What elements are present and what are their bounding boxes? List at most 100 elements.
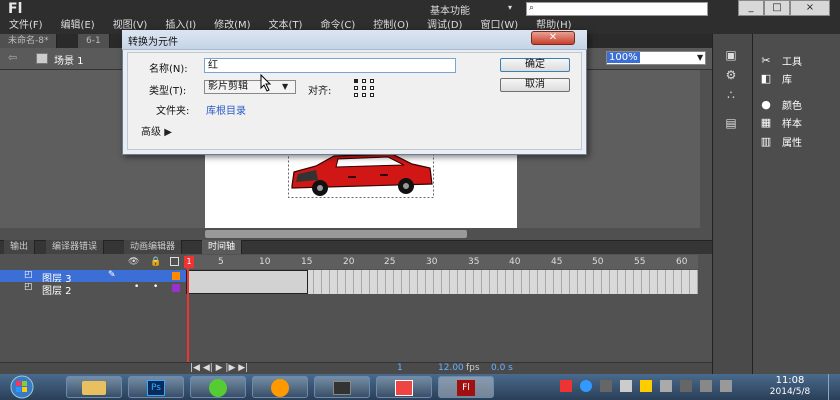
taskbar-app-orange[interactable] (252, 376, 308, 398)
panel-icon-1[interactable]: ▣ (720, 48, 742, 62)
chevron-right-icon: ▶ (164, 127, 172, 138)
playback-controls-icon[interactable]: |◀ ◀| ▶ |▶ ▶| (190, 363, 248, 373)
taskbar-app-doc[interactable] (376, 376, 432, 398)
scrollbar-thumb[interactable] (205, 230, 467, 238)
close-icon: ✕ (548, 32, 558, 43)
panel-tools[interactable]: ✂ 工具 (758, 52, 838, 68)
folder-link[interactable]: 库根目录 (206, 102, 246, 117)
taskbar-recorder[interactable] (314, 376, 370, 398)
mouse-cursor-icon (260, 74, 272, 92)
flag-icon[interactable] (680, 380, 692, 392)
show-desktop-button[interactable] (828, 374, 840, 400)
clock-date[interactable]: 2014/5/8 (760, 387, 820, 397)
vertical-scrollbar[interactable] (700, 70, 712, 230)
taskbar-photoshop[interactable]: Ps (128, 376, 184, 398)
doc-tab-untitled[interactable]: 未命名-8* (0, 34, 58, 48)
tray-icon[interactable] (600, 380, 612, 392)
title-bar (0, 0, 840, 18)
playhead[interactable] (187, 256, 189, 368)
properties-icon: ▥ (760, 134, 772, 148)
ruler-tick: 50 (592, 257, 604, 267)
frame-rate-unit: fps (466, 363, 480, 373)
dialog-close-button[interactable]: ✕ (531, 31, 575, 45)
menu-file[interactable]: 文件(F) (0, 18, 52, 34)
scene-icon (36, 53, 48, 64)
volume-icon[interactable] (720, 380, 732, 392)
chevron-down-icon[interactable]: ▾ (508, 3, 512, 12)
network-icon[interactable] (700, 380, 712, 392)
eye-icon[interactable]: 👁 (128, 257, 139, 267)
panel-icon-4[interactable]: ▤ (720, 116, 742, 130)
elapsed-time: 0.0 s (491, 363, 513, 373)
layer-icon: ◰ (24, 282, 33, 292)
keyboard-icon[interactable] (660, 380, 672, 392)
restore-button[interactable]: □ (764, 0, 790, 16)
menu-edit[interactable]: 编辑(E) (52, 18, 104, 34)
panel-properties[interactable]: ▥ 属性 (758, 133, 838, 149)
doc-tab-6-1[interactable]: 6-1 (78, 34, 110, 48)
cancel-button[interactable]: 取消 (500, 78, 570, 92)
layer-color-swatch[interactable] (172, 284, 180, 292)
ruler-tick: 55 (634, 257, 646, 267)
document-icon (395, 380, 413, 396)
symbol-name-input[interactable]: 红 (204, 58, 456, 73)
panel-swatches-label: 样本 (782, 118, 802, 130)
chevron-down-icon[interactable]: ▼ (282, 82, 288, 91)
advanced-label: 高级 (141, 127, 161, 138)
start-button[interactable] (2, 374, 46, 400)
playhead-marker[interactable]: 1 (184, 256, 194, 268)
frame-span[interactable] (186, 270, 308, 294)
workspace-switcher[interactable]: 基本功能 (430, 2, 470, 17)
layer-icon: ◰ (24, 270, 33, 280)
panel-color-label: 颜色 (782, 100, 802, 112)
zoom-value[interactable]: 100% (607, 52, 640, 63)
tab-compiler-errors[interactable]: 编译器错误 (46, 240, 105, 254)
panel-properties-label: 属性 (782, 137, 802, 149)
back-arrow-icon[interactable]: ⇦ (8, 51, 17, 64)
panel-icon-3[interactable]: ∴ (720, 88, 742, 102)
tab-motion-editor[interactable]: 动画编辑器 (124, 240, 183, 254)
tab-timeline[interactable]: 时间轴 (202, 240, 243, 254)
tab-output[interactable]: 输出 (4, 240, 36, 254)
panel-icon-2[interactable]: ⚙ (720, 68, 742, 82)
ok-button[interactable]: 确定 (500, 58, 570, 72)
dialog-title-bar[interactable] (122, 30, 587, 50)
panel-tools-label: 工具 (782, 56, 802, 68)
scene-label[interactable]: 场景 1 (54, 52, 84, 67)
library-icon: ◧ (760, 71, 772, 85)
taskbar-app-green[interactable] (190, 376, 246, 398)
panel-swatches[interactable]: ▦ 样本 (758, 114, 838, 130)
help-icon[interactable] (580, 380, 592, 392)
swatches-icon: ▦ (760, 115, 772, 129)
folder-icon (82, 381, 106, 395)
outline-icon[interactable] (170, 257, 179, 266)
registration-grid[interactable] (354, 79, 376, 97)
ruler-tick: 10 (259, 257, 271, 267)
tray-icon[interactable] (640, 380, 652, 392)
taskbar-explorer[interactable] (66, 376, 122, 398)
clock-time[interactable]: 11:08 (760, 375, 820, 386)
layer-name[interactable]: 图层 2 (42, 282, 72, 297)
panel-library[interactable]: ◧ 库 (758, 70, 838, 86)
car-graphic[interactable] (288, 150, 434, 198)
flash-icon: Fl (457, 380, 475, 396)
taskbar-flash[interactable]: Fl (438, 376, 494, 398)
ruler-tick: 20 (343, 257, 355, 267)
advanced-toggle[interactable]: 高级 ▶ (141, 123, 172, 138)
panel-color[interactable]: ● 颜色 (758, 96, 838, 112)
layer-color-swatch[interactable] (172, 272, 180, 280)
minimize-button[interactable]: _ (738, 0, 764, 16)
help-search-input[interactable]: ⌕ (526, 2, 708, 16)
tray-icon[interactable] (560, 380, 572, 392)
tray-icon[interactable] (620, 380, 632, 392)
visibility-dot[interactable]: • (134, 282, 139, 292)
close-button[interactable]: × (790, 0, 830, 16)
lock-icon[interactable]: 🔒 (150, 257, 161, 267)
ruler-tick: 40 (509, 257, 521, 267)
frame-rate[interactable]: 12.00 (438, 363, 464, 373)
current-frame[interactable]: 1 (397, 363, 403, 373)
lock-dot[interactable]: • (153, 282, 158, 292)
ruler-tick: 25 (384, 257, 396, 267)
ruler-tick: 60 (676, 257, 688, 267)
chevron-down-icon[interactable]: ▼ (697, 53, 703, 62)
